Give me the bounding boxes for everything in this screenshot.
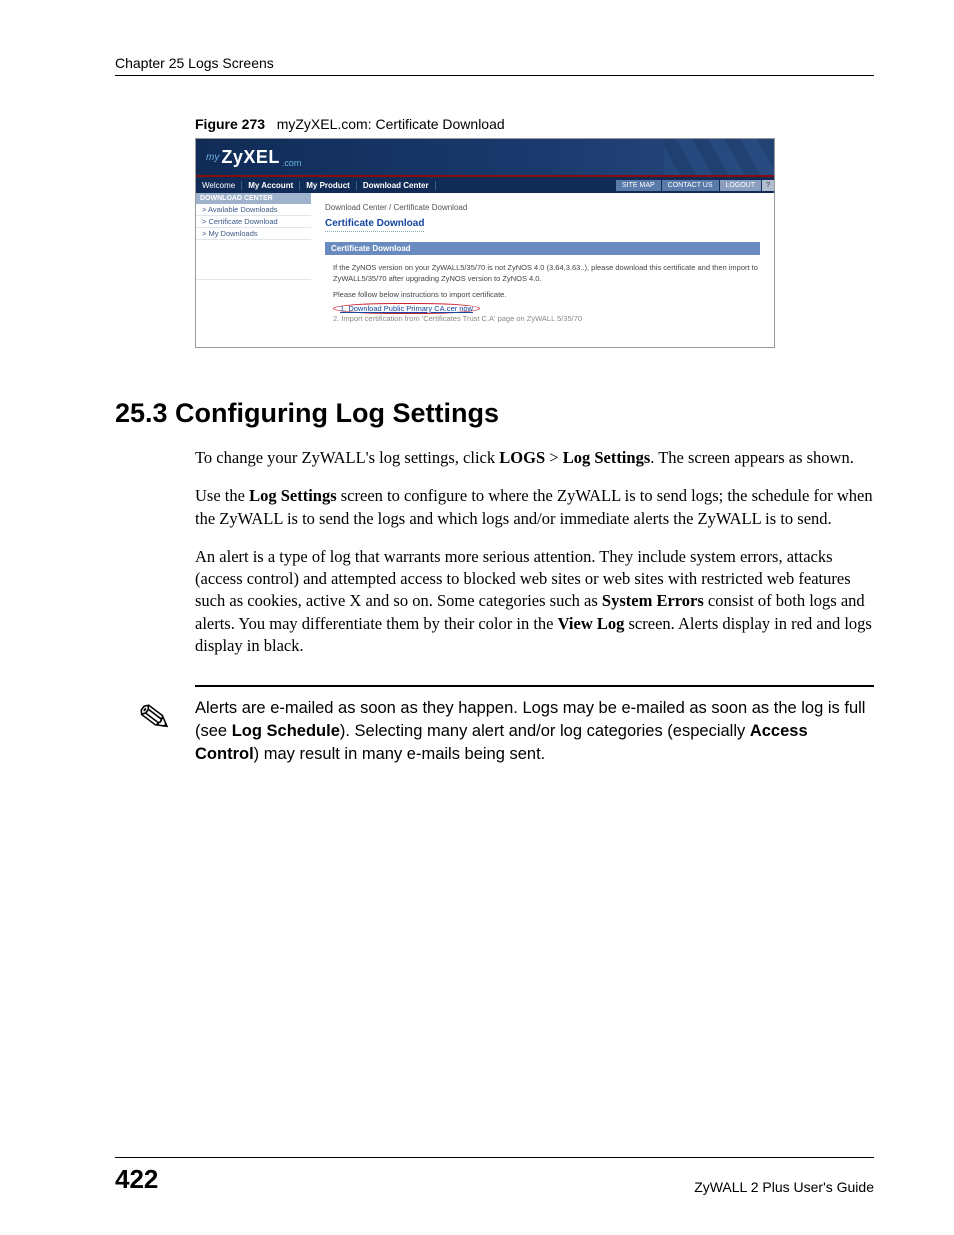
note-rule bbox=[195, 685, 874, 687]
p3-bold-system-errors: System Errors bbox=[602, 591, 704, 610]
nav-my-account[interactable]: My Account bbox=[242, 181, 300, 190]
nav-logout[interactable]: LOGOUT bbox=[720, 180, 762, 191]
p1-bold-log-settings: Log Settings bbox=[563, 448, 651, 467]
figure-sidebar: DOWNLOAD CENTER > Available Downloads > … bbox=[196, 193, 311, 347]
note-t3: ). Selecting many alert and/or log categ… bbox=[340, 722, 750, 740]
section-p1: To change your ZyWALL's log settings, cl… bbox=[195, 447, 874, 469]
nav-contact-us[interactable]: CONTACT US bbox=[662, 180, 719, 191]
note-t5: ) may result in many e-mails being sent. bbox=[254, 745, 546, 763]
sidebar-spacer bbox=[196, 240, 311, 280]
content-step2: 2. Import certification from 'Certificat… bbox=[333, 314, 760, 323]
logo-zyxel: ZyXEL bbox=[221, 147, 280, 168]
content-para1: If the ZyNOS version on your ZyWALL5/35/… bbox=[333, 263, 760, 284]
logo-my: my bbox=[206, 152, 219, 163]
nav-download-center[interactable]: Download Center bbox=[357, 181, 436, 190]
figure-screenshot: my ZyXEL .com Welcome My Account My Prod… bbox=[195, 138, 775, 348]
note-pencil-icon: ✎ bbox=[136, 697, 175, 741]
figure-caption: Figure 273 myZyXEL.com: Certificate Down… bbox=[195, 116, 874, 132]
page-footer: 422 ZyWALL 2 Plus User's Guide bbox=[115, 1157, 874, 1195]
sidebar-item-my-downloads[interactable]: > My Downloads bbox=[196, 228, 311, 240]
page-number: 422 bbox=[115, 1164, 158, 1195]
nav-site-map[interactable]: SITE MAP bbox=[616, 180, 661, 191]
section-p3: An alert is a type of log that warrants … bbox=[195, 546, 874, 657]
guide-name: ZyWALL 2 Plus User's Guide bbox=[694, 1179, 874, 1195]
note-bold-log-schedule: Log Schedule bbox=[232, 722, 340, 740]
logo-com: .com bbox=[282, 158, 302, 168]
figure-caption-text: myZyXEL.com: Certificate Download bbox=[277, 116, 505, 132]
note-text: Alerts are e-mailed as soon as they happ… bbox=[195, 697, 874, 766]
header-decoration bbox=[664, 139, 774, 175]
p1-bold-logs: LOGS bbox=[499, 448, 545, 467]
figure-header-bar: my ZyXEL .com bbox=[196, 139, 774, 175]
figure-label: Figure 273 bbox=[195, 116, 265, 132]
content-title: Certificate Download bbox=[325, 218, 424, 232]
p1-text-a: To change your ZyWALL's log settings, cl… bbox=[195, 448, 499, 467]
nav-welcome[interactable]: Welcome bbox=[196, 181, 242, 190]
sidebar-item-available-downloads[interactable]: > Available Downloads bbox=[196, 204, 311, 216]
section-heading: 25.3 Configuring Log Settings bbox=[115, 398, 874, 429]
note-block: ✎ Alerts are e-mailed as soon as they ha… bbox=[115, 685, 874, 766]
sidebar-heading: DOWNLOAD CENTER bbox=[196, 193, 311, 204]
figure-main: Download Center / Certificate Download C… bbox=[311, 193, 774, 347]
p2-text-a: Use the bbox=[195, 486, 249, 505]
nav-help-icon[interactable]: ? bbox=[762, 180, 774, 191]
p1-text-e: . The screen appears as shown. bbox=[650, 448, 854, 467]
figure-nav: Welcome My Account My Product Download C… bbox=[196, 177, 774, 193]
sidebar-item-certificate-download[interactable]: > Certificate Download bbox=[196, 216, 311, 228]
running-header: Chapter 25 Logs Screens bbox=[115, 55, 874, 76]
content-para2: Please follow below instructions to impo… bbox=[333, 290, 760, 299]
section-p2: Use the Log Settings screen to configure… bbox=[195, 485, 874, 530]
p1-text-c: > bbox=[545, 448, 563, 467]
nav-my-product[interactable]: My Product bbox=[300, 181, 357, 190]
breadcrumb: Download Center / Certificate Download bbox=[325, 203, 760, 212]
content-bar: Certificate Download bbox=[325, 242, 760, 255]
p2-bold-log-settings: Log Settings bbox=[249, 486, 337, 505]
download-link-circled[interactable]: 1. Download Public Primary CA.cer now bbox=[333, 303, 480, 314]
p3-bold-view-log: View Log bbox=[558, 614, 625, 633]
